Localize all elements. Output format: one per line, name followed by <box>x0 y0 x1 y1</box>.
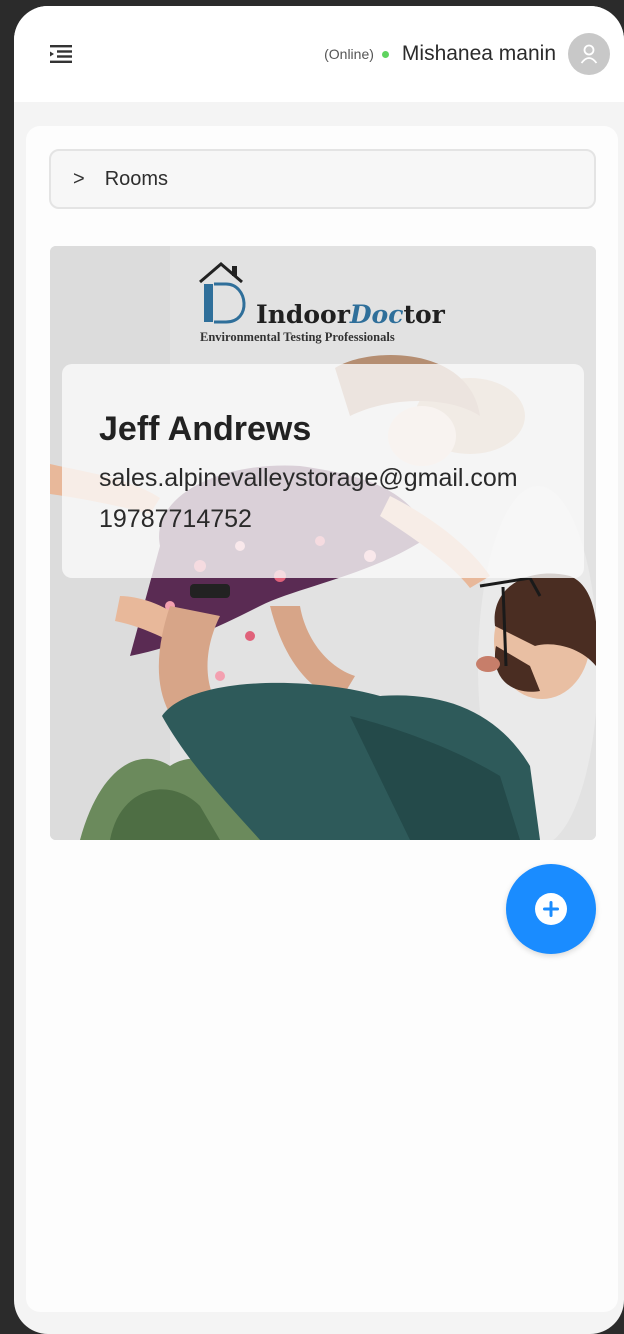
chevron-right-icon: > <box>73 167 85 190</box>
logo-tagline: Environmental Testing Professionals <box>200 330 395 344</box>
menu-collapse-icon[interactable] <box>50 44 72 64</box>
logo-brand-part2: Doc <box>349 300 404 329</box>
customer-phone: 19787714752 <box>99 505 252 533</box>
house-logo-icon <box>199 262 246 324</box>
customer-name: Jeff Andrews <box>99 410 312 448</box>
logo-brand-part1: Indoor <box>256 300 350 329</box>
main-content: > Rooms IndoorDoctor Environmental Testi… <box>26 126 618 1312</box>
add-button[interactable] <box>506 864 596 954</box>
customer-card[interactable]: IndoorDoctor Environmental Testing Profe… <box>50 246 596 840</box>
customer-email: sales.alpinevalleystorage@gmail.com <box>99 464 518 492</box>
rooms-accordion[interactable]: > Rooms <box>49 149 596 209</box>
top-bar: (Online) Mishanea manin <box>14 6 624 102</box>
logo-brand-name: IndoorDoctor <box>256 300 445 329</box>
indoor-doctor-logo: IndoorDoctor Environmental Testing Profe… <box>196 260 456 350</box>
customer-info-panel: Jeff Andrews sales.alpinevalleystorage@g… <box>62 364 584 578</box>
user-name[interactable]: Mishanea manin <box>402 42 556 66</box>
plus-icon <box>535 893 567 925</box>
rooms-label: Rooms <box>104 167 169 190</box>
user-status: (Online) Mishanea manin <box>324 32 610 76</box>
user-icon <box>580 44 598 64</box>
online-status-text: (Online) <box>324 46 374 62</box>
online-status-dot <box>381 50 389 58</box>
app-screen: (Online) Mishanea manin > Rooms IndoorDo… <box>14 6 624 1334</box>
logo-brand-part3: tor <box>403 300 445 329</box>
user-avatar[interactable] <box>568 33 610 75</box>
